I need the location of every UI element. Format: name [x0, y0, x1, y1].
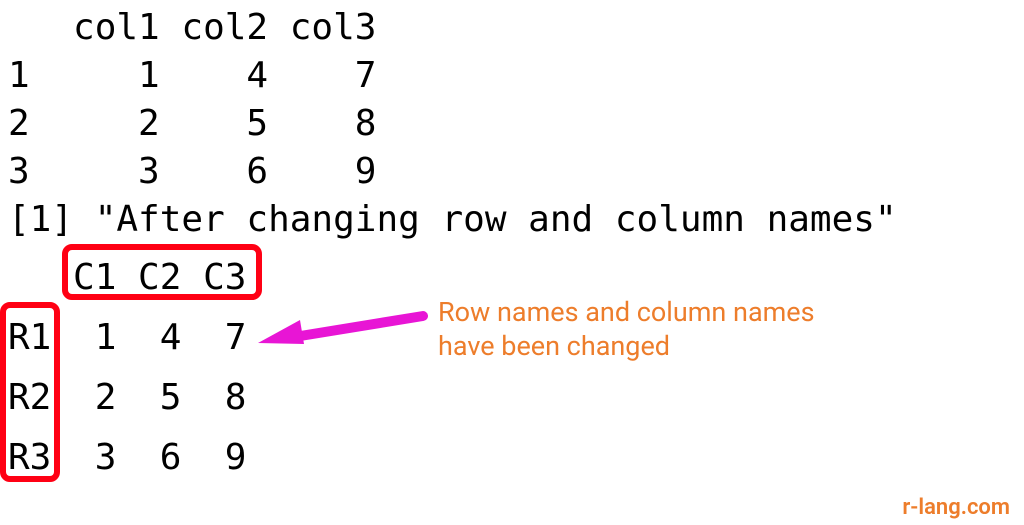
annotation-note-line-1: Row names and column names: [438, 296, 815, 330]
table1-header: col1 col2 col3: [8, 10, 376, 46]
highlight-column-names: [62, 244, 262, 300]
table1-row-1: 1 1 4 7: [8, 58, 376, 94]
highlight-row-names: [0, 302, 60, 482]
console-message: [1] "After changing row and column names…: [8, 202, 897, 238]
table1-row-3: 3 3 6 9: [8, 154, 376, 190]
watermark: r-lang.com: [902, 497, 1010, 519]
figure-stage: col1 col2 col3 1 1 4 7 2 2 5 8 3 3 6 9 […: [0, 0, 1024, 525]
annotation-note-line-2: have been changed: [438, 330, 670, 364]
arrow-icon: [258, 298, 428, 358]
table1-row-2: 2 2 5 8: [8, 106, 376, 142]
